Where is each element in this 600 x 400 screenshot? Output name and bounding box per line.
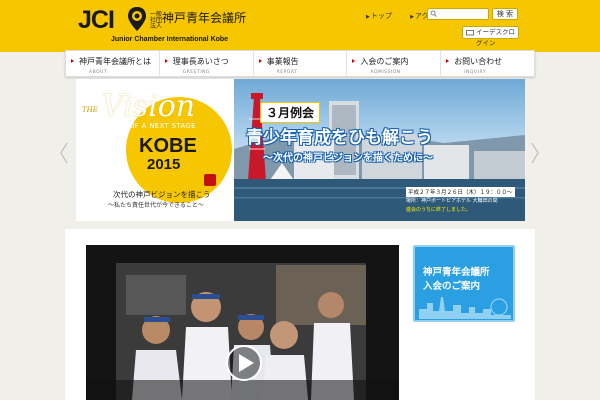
seal-stamp <box>204 174 216 186</box>
event-venue: 場所：神戸ポートピアホテル 大輪田の間 <box>406 198 498 204</box>
jci-logo[interactable]: JCI <box>78 6 115 35</box>
jci-emblem-icon <box>128 7 146 31</box>
banner-line2: 入会のご案内 <box>423 281 481 292</box>
nav-arrow-icon <box>164 59 168 63</box>
top-link-home[interactable]: ▶トップ <box>366 12 400 20</box>
hero-vision: Vision <box>102 89 196 124</box>
hero-tagline: 次代の神戸ビジョンを描こう <box>113 190 211 199</box>
nav-item-admission[interactable]: 入会のご案内 ADMISSION <box>347 51 442 76</box>
play-button-icon[interactable] <box>224 343 264 383</box>
nav-item-report[interactable]: 事業報告 REPORT <box>254 51 348 76</box>
event-status: 盛会のうちに終了しました。 <box>406 207 472 213</box>
nav-arrow-icon <box>446 59 450 63</box>
event-date: 平成２７年３月２６日（木）１９：００〜 <box>406 187 515 197</box>
org-name-ja[interactable]: 神戸青年会議所 <box>162 9 246 26</box>
nav-item-about[interactable]: 神戸青年会議所とは ABOUT <box>66 51 160 76</box>
search-icon <box>430 10 437 17</box>
kobe-skyline-icon <box>419 297 511 319</box>
main-nav: 神戸青年会議所とは ABOUT 理事長あいさつ GREETING 事業報告 RE… <box>65 50 535 77</box>
hero-headline: 青少年育成をひも解こう <box>246 128 433 148</box>
hero-subtagline: 〜私たち責任世代が今できること〜 <box>108 202 204 209</box>
banner-line1: 神戸青年会議所 <box>423 267 490 278</box>
hero-the: THE <box>82 106 98 114</box>
org-name-en: Junior Chamber International Kobe <box>111 36 229 43</box>
hero-next-stage: OF A NEXT STAGE <box>129 122 196 130</box>
hero-year: 2015 <box>147 156 181 173</box>
search-button[interactable]: 検 索 <box>492 8 518 20</box>
nav-arrow-icon <box>71 59 74 63</box>
slider-next-icon[interactable] <box>531 142 539 164</box>
admission-banner[interactable]: 神戸青年会議所 入会のご案内 <box>413 245 515 322</box>
video-player[interactable] <box>86 245 399 400</box>
nav-item-inquiry[interactable]: お問い合わせ INQUIRY <box>441 51 534 76</box>
site-header: JCI 一般社団法人 神戸青年会議所 Junior Chamber Intern… <box>0 0 600 52</box>
nav-arrow-icon <box>352 59 356 63</box>
slider-prev-icon[interactable] <box>60 142 68 164</box>
month-badge: ３月例会 <box>260 102 321 123</box>
nav-arrow-icon <box>258 59 262 63</box>
vision-panel: THE Vision OF A NEXT STAGE KOBE 2015 次代の… <box>76 79 234 221</box>
edesk-login-button[interactable]: イーデスクログイン <box>462 26 519 47</box>
hero-slide[interactable]: THE Vision OF A NEXT STAGE KOBE 2015 次代の… <box>76 79 525 221</box>
hero-kobe: KOBE <box>139 135 197 157</box>
monitor-icon <box>466 30 474 36</box>
nav-item-greeting[interactable]: 理事長あいさつ GREETING <box>160 51 254 76</box>
hero-subheadline: 〜次代の神戸ビジョンを描くために〜 <box>263 153 433 164</box>
